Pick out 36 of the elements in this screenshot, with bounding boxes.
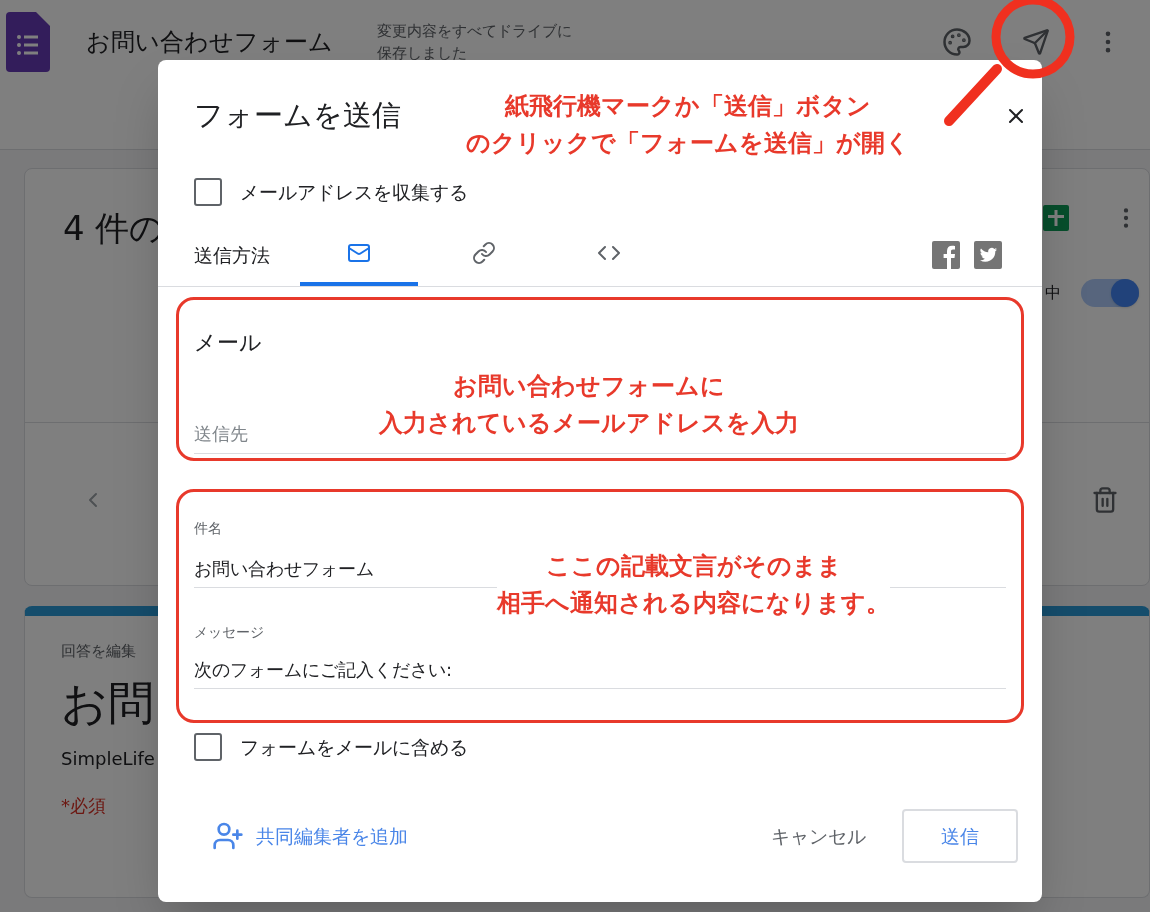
send-icon[interactable]	[1022, 28, 1050, 56]
required-note: *必須	[61, 793, 106, 818]
annotation-text: 紙飛行機マークか「送信」ボタン のクリックで「フォームを送信」が開く	[466, 91, 910, 159]
form-description: SimpleLife	[61, 746, 155, 771]
toggle-label: 中	[1045, 282, 1061, 304]
checkbox[interactable]	[194, 732, 222, 761]
field-label: メッセージ	[194, 622, 265, 642]
mail-icon	[347, 241, 371, 265]
message-field[interactable]: 次のフォームにご記入ください:	[194, 652, 1006, 689]
section-heading: メール	[194, 328, 263, 357]
dialog-title: フォームを送信	[194, 97, 401, 135]
trash-icon[interactable]	[1091, 486, 1119, 514]
facebook-icon[interactable]	[932, 241, 960, 269]
save-status: 変更内容をすべてドライブに保存しました	[377, 21, 573, 64]
toggle-switch[interactable]	[1081, 279, 1139, 307]
add-collaborators-link[interactable]: 共同編集者を追加	[256, 821, 408, 851]
forms-logo-icon	[6, 12, 50, 72]
callout-line	[944, 64, 1002, 126]
recipient-field[interactable]: 送信先	[194, 414, 364, 453]
send-button[interactable]: 送信	[902, 809, 1018, 863]
checkbox-label: メールアドレスを収集する	[240, 180, 468, 205]
cancel-button[interactable]: キャンセル	[755, 810, 882, 862]
form-heading: お問	[61, 674, 154, 732]
link-icon	[472, 241, 496, 265]
edit-note: 回答を編集	[61, 641, 136, 662]
subject-field[interactable]: お問い合わせフォーム	[194, 550, 494, 587]
field-label: 件名	[194, 518, 223, 538]
form-title: お問い合わせフォーム	[86, 27, 333, 58]
palette-icon[interactable]	[942, 27, 972, 57]
twitter-icon[interactable]	[974, 241, 1002, 269]
checkbox-label: フォームをメールに含める	[240, 734, 468, 760]
spreadsheet-icon[interactable]	[1043, 205, 1069, 231]
send-via-label: 送信方法	[194, 242, 271, 268]
annotation-text: お問い合わせフォームに 入力されているメールアドレスを入力	[379, 370, 799, 439]
checkbox[interactable]	[194, 178, 222, 207]
add-person-icon	[212, 820, 244, 852]
